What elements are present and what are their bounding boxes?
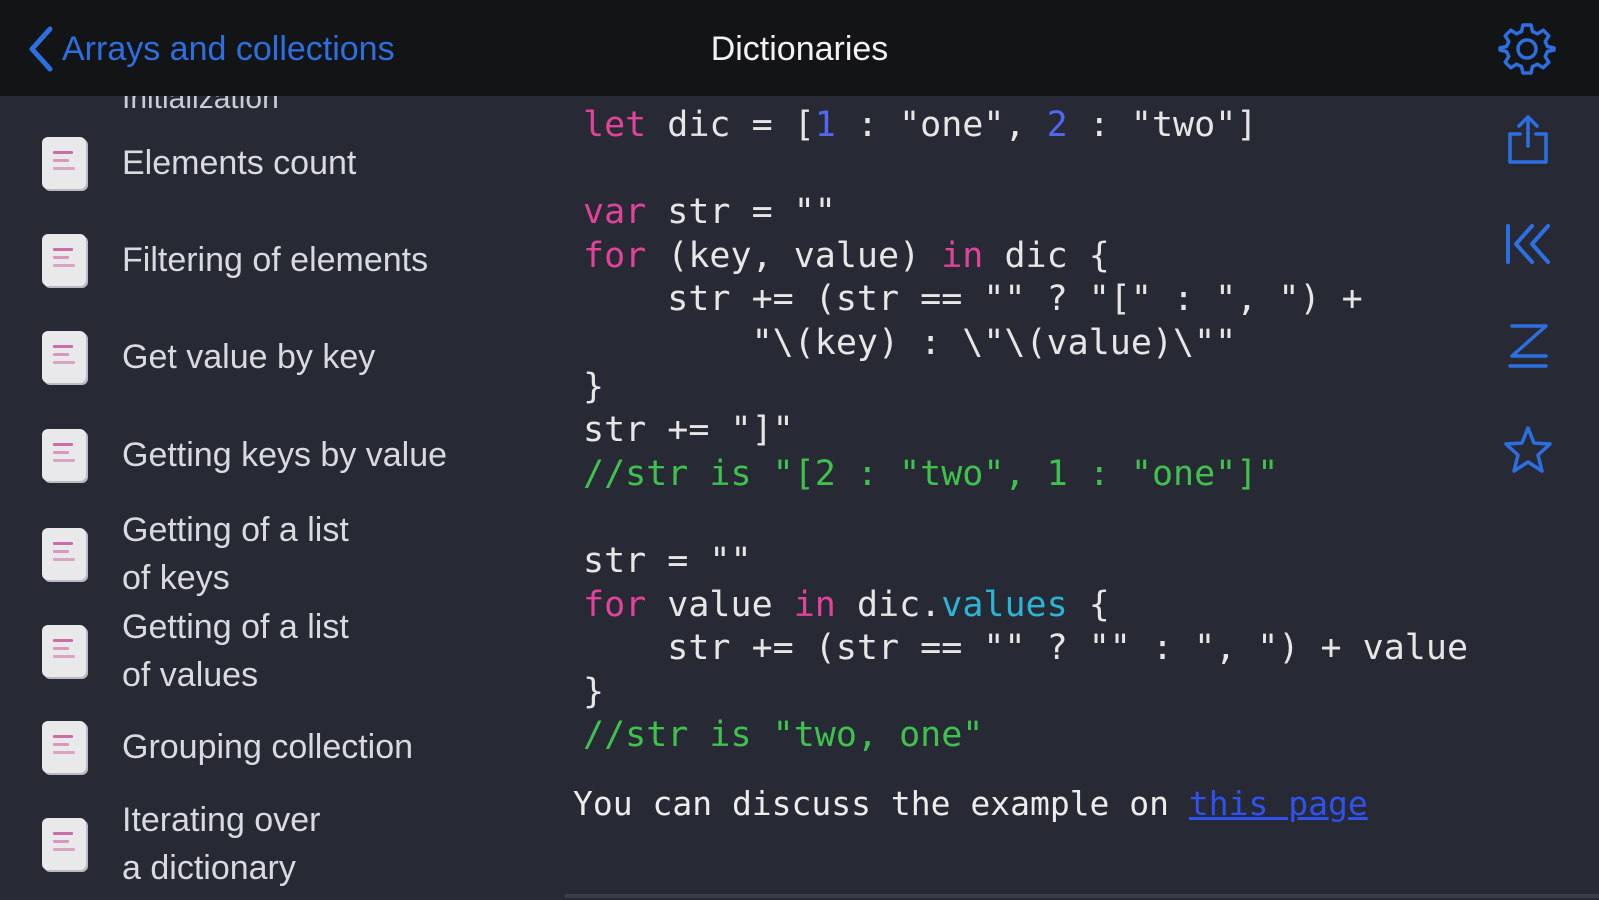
first-page-button[interactable]	[1502, 218, 1554, 270]
discussion-note: You can discuss the example on this page	[573, 784, 1368, 823]
code-line-7: }	[583, 366, 605, 407]
code-line-6: "\(key) : \"\(value)\""	[583, 322, 1237, 363]
code-line-12: for value in dic.values {	[583, 584, 1110, 625]
code-example-panel: let dic = [1 : "one", 2 : "two"] var str…	[515, 96, 1599, 900]
back-button-label: Arrays and collections	[62, 29, 395, 68]
share-button[interactable]	[1502, 114, 1554, 166]
code-comment-1: //str is "[2 : "two", 1 : "one"]"	[583, 453, 1279, 494]
code-line-5: str += (str == "" ? "[" : ", ") +	[583, 279, 1363, 320]
topic-list[interactable]: Initialization Elements count Filtering …	[0, 96, 515, 900]
document-icon	[42, 818, 86, 870]
sidebar-item-grouping-collection[interactable]: Grouping collection	[0, 716, 515, 778]
sidebar-item-label: Getting of a list of values	[122, 608, 349, 694]
sidebar-item-label: Getting of a list of keys	[122, 511, 349, 597]
sidebar-item-label: Getting keys by value	[122, 436, 448, 474]
navigation-bar: Arrays and collections Dictionaries	[0, 0, 1599, 96]
share-icon	[1508, 115, 1548, 164]
sort-button[interactable]	[1502, 320, 1554, 372]
gear-icon	[1498, 23, 1556, 75]
code-comment-2: //str is "two, one"	[583, 715, 984, 756]
document-icon	[42, 429, 86, 481]
document-icon	[42, 721, 86, 773]
back-button[interactable]: Arrays and collections	[28, 22, 395, 76]
sidebar-item-label: Iterating over a dictionary	[122, 801, 321, 887]
divider	[565, 894, 1599, 898]
code-line-8: str += "]"	[583, 410, 794, 451]
code-line-1: let dic = [1 : "one", 2 : "two"]	[583, 105, 1258, 145]
chevron-left-icon	[29, 26, 53, 72]
sidebar-item-getting-list-of-keys[interactable]: Getting of a list of keys	[0, 506, 515, 602]
sidebar-item-label: Grouping collection	[122, 728, 414, 766]
star-icon	[1504, 426, 1552, 473]
code-line-11: str = ""	[583, 540, 752, 581]
document-icon	[42, 625, 86, 677]
sidebar-item-elements-count[interactable]: Elements count	[0, 132, 515, 194]
code-line-13: str += (str == "" ? "" : ", ") + value	[583, 628, 1469, 669]
discussion-text: You can discuss the example on	[573, 784, 1189, 823]
code-block: let dic = [1 : "one", 2 : "two"] var str…	[583, 104, 1468, 758]
sidebar-item-getting-keys-by-value[interactable]: Getting keys by value	[0, 424, 515, 486]
sidebar-item-initialization[interactable]: Initialization	[122, 96, 279, 116]
document-icon	[42, 331, 86, 383]
sidebar-item-filtering-of-elements[interactable]: Filtering of elements	[0, 229, 515, 291]
sidebar-item-label: Elements count	[122, 144, 357, 182]
favorite-button[interactable]	[1502, 424, 1554, 476]
discussion-link[interactable]: this page	[1189, 784, 1368, 823]
first-page-icon	[1506, 224, 1550, 264]
code-line-3: var str = ""	[583, 192, 836, 233]
sidebar-item-label: Filtering of elements	[122, 241, 429, 279]
sidebar-item-label: Get value by key	[122, 338, 376, 376]
code-line-4: for (key, value) in dic {	[583, 235, 1110, 276]
document-icon	[42, 137, 86, 189]
code-line-14: }	[583, 671, 605, 712]
sidebar-item-iterating-over-dictionary[interactable]: Iterating over a dictionary	[0, 796, 515, 892]
sidebar-item-get-value-by-key[interactable]: Get value by key	[0, 326, 515, 388]
sidebar-item-getting-list-of-values[interactable]: Getting of a list of values	[0, 603, 515, 699]
document-icon	[42, 234, 86, 286]
document-icon	[42, 528, 86, 580]
sort-az-icon	[1508, 324, 1548, 368]
settings-button[interactable]	[1498, 20, 1556, 78]
